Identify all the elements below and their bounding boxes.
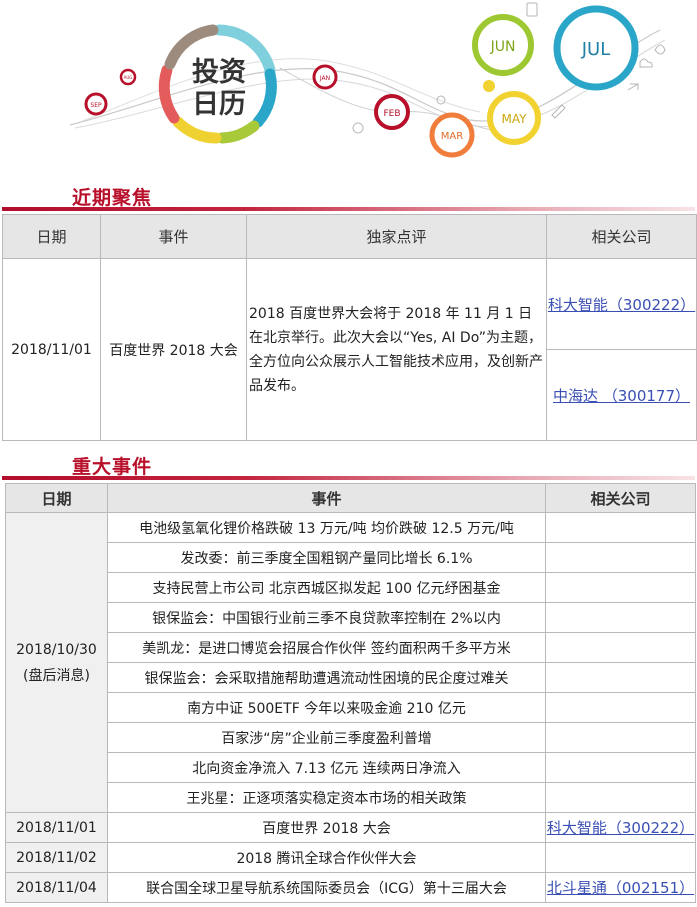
svg-text:JUL: JUL	[581, 39, 611, 60]
table-row: 百家涉“房”企业前三季度盈利普增	[6, 722, 696, 753]
month-aug: AUG	[119, 68, 137, 86]
section-divider-events	[2, 476, 695, 480]
group-date: 2018/10/30	[16, 641, 97, 658]
event-cell: 百度世界 2018 大会	[107, 812, 546, 843]
svg-text:SEP: SEP	[90, 102, 102, 109]
logo-text-top: 投资	[192, 57, 246, 88]
table-row: 2018/11/04 联合国全球卫星导航系统国际委员会（ICG）第十三届大会 北…	[5, 872, 696, 903]
svg-text:FEB: FEB	[383, 109, 400, 119]
event-cell: 银保监会：中国银行业前三季不良贷款率控制在 2%以内	[107, 602, 546, 633]
event-cell: 发改委：前三季度全国粗钢产量同比增长 6.1%	[107, 542, 546, 573]
company-cell	[545, 662, 696, 693]
table-row: 银保监会：会采取措施帮助遭遇流动性困境的民企度过难关	[6, 662, 696, 693]
focus-header-row: 日期 事件 独家点评 相关公司	[2, 214, 697, 259]
company-cell	[545, 512, 696, 543]
section-title-events: 重大事件	[72, 456, 153, 478]
focus-table: 日期 事件 独家点评 相关公司 2018/11/01 百度世界 2018 大会 …	[2, 214, 697, 441]
events-header-row: 日期 事件 相关公司	[5, 483, 696, 513]
sun-dot-icon	[483, 80, 495, 92]
focus-company-cell: 中海达 （300177）	[546, 349, 697, 441]
logo-text-bottom: 日历	[192, 89, 246, 120]
date-cell: 2018/11/01	[5, 812, 108, 843]
event-cell: 联合国全球卫星导航系统国际委员会（ICG）第十三届大会	[107, 872, 546, 903]
event-cell: 银保监会：会采取措施帮助遭遇流动性困境的民企度过难关	[107, 662, 546, 693]
globe-icon	[352, 122, 364, 134]
company-cell	[545, 752, 696, 783]
arrow-icon	[627, 83, 639, 91]
month-feb: FEB	[374, 94, 410, 130]
month-jan: JAN	[312, 64, 338, 90]
table-row: 2018/11/02 2018 腾讯全球合作伙伴大会	[5, 842, 696, 873]
table-row: 王兆星：正逐项落实稳定资本市场的相关政策	[6, 782, 696, 813]
header-date: 日期	[2, 214, 101, 259]
company-cell	[545, 602, 696, 633]
header-company: 相关公司	[546, 214, 697, 259]
company-cell	[545, 842, 696, 873]
header-event: 事件	[107, 483, 546, 513]
table-row: 2018/11/01 百度世界 2018 大会 科大智能（300222）	[5, 812, 696, 843]
header-comment: 独家点评	[246, 214, 547, 259]
table-row: 2018/10/30 (盘后消息) 电池级氢氧化锂价格跌破 13 万元/吨 均价…	[5, 512, 696, 813]
company-cell	[545, 722, 696, 753]
company-link[interactable]: 科大智能（300222）	[548, 296, 695, 314]
table-row: 发改委：前三季度全国粗钢产量同比增长 6.1%	[6, 542, 696, 573]
company-cell	[545, 632, 696, 663]
event-cell: 南方中证 500ETF 今年以来吸金逾 210 亿元	[107, 692, 546, 723]
svg-text:MAY: MAY	[502, 112, 528, 126]
svg-text:JUN: JUN	[490, 39, 516, 55]
cloud-icon	[639, 58, 653, 68]
svg-text:MAR: MAR	[441, 131, 463, 142]
company-link[interactable]: 中海达 （300177）	[553, 387, 690, 405]
clipboard-icon	[526, 2, 538, 17]
focus-company-cell: 科大智能（300222）	[546, 258, 697, 350]
month-may: MAY	[487, 91, 541, 145]
company-cell	[545, 692, 696, 723]
month-sep: SEP	[84, 92, 108, 116]
company-cell	[545, 782, 696, 813]
calendar-banner: 投资 日历 SEP AUG JAN FEB MAR MAY JUN JUL	[69, 2, 666, 158]
month-jun: JUN	[472, 14, 534, 76]
table-row: 北向资金净流入 7.13 亿元 连续两日净流入	[6, 752, 696, 783]
event-cell: 支持民营上市公司 北京西城区拟发起 100 亿元纾困基金	[107, 572, 546, 603]
event-cell: 王兆星：正逐项落实稳定资本市场的相关政策	[107, 782, 546, 813]
focus-row: 2018/11/01 百度世界 2018 大会 2018 百度世界大会将于 20…	[2, 258, 697, 441]
table-row: 银保监会：中国银行业前三季不良贷款率控制在 2%以内	[6, 602, 696, 633]
svg-text:AUG: AUG	[124, 75, 133, 80]
date-cell: 2018/11/02	[5, 842, 108, 873]
focus-date: 2018/11/01	[2, 258, 101, 441]
company-link[interactable]: 科大智能（300222）	[547, 819, 694, 837]
header-date: 日期	[5, 483, 108, 513]
table-row: 南方中证 500ETF 今年以来吸金逾 210 亿元	[6, 692, 696, 723]
table-row: 美凯龙：是进口博览会招展合作伙伴 签约面积两千多平方米	[6, 632, 696, 663]
company-cell: 科大智能（300222）	[545, 812, 696, 843]
focus-comment: 2018 百度世界大会将于 2018 年 11 月 1 日在北京举行。此次大会以…	[246, 258, 547, 441]
group-note: (盘后消息)	[23, 667, 90, 684]
event-cell: 电池级氢氧化锂价格跌破 13 万元/吨 均价跌破 12.5 万元/吨	[107, 512, 546, 543]
leaf-icon	[654, 44, 666, 55]
events-table: 日期 事件 相关公司 2018/10/30 (盘后消息) 电池级氢氧化锂价格跌破…	[5, 483, 696, 903]
event-cell: 百家涉“房”企业前三季度盈利普增	[107, 722, 546, 753]
month-mar: MAR	[429, 112, 475, 158]
header-event: 事件	[100, 214, 247, 259]
table-row: 支持民营上市公司 北京西城区拟发起 100 亿元纾困基金	[6, 572, 696, 603]
section-title-focus: 近期聚焦	[72, 187, 153, 209]
header-company: 相关公司	[545, 483, 696, 513]
company-cell	[545, 572, 696, 603]
group-date-cell: 2018/10/30 (盘后消息)	[5, 512, 108, 813]
event-cell: 北向资金净流入 7.13 亿元 连续两日净流入	[107, 752, 546, 783]
focus-event: 百度世界 2018 大会	[100, 258, 247, 441]
month-jul: JUL	[553, 5, 639, 91]
event-cell: 美凯龙：是进口博览会招展合作伙伴 签约面积两千多平方米	[107, 632, 546, 663]
event-cell: 2018 腾讯全球合作伙伴大会	[107, 842, 546, 873]
date-cell: 2018/11/04	[5, 872, 108, 903]
company-cell	[545, 542, 696, 573]
section-divider-focus	[2, 207, 695, 211]
company-link[interactable]: 北斗星通（002151）	[547, 879, 694, 897]
company-cell: 北斗星通（002151）	[545, 872, 696, 903]
svg-text:JAN: JAN	[319, 75, 330, 82]
